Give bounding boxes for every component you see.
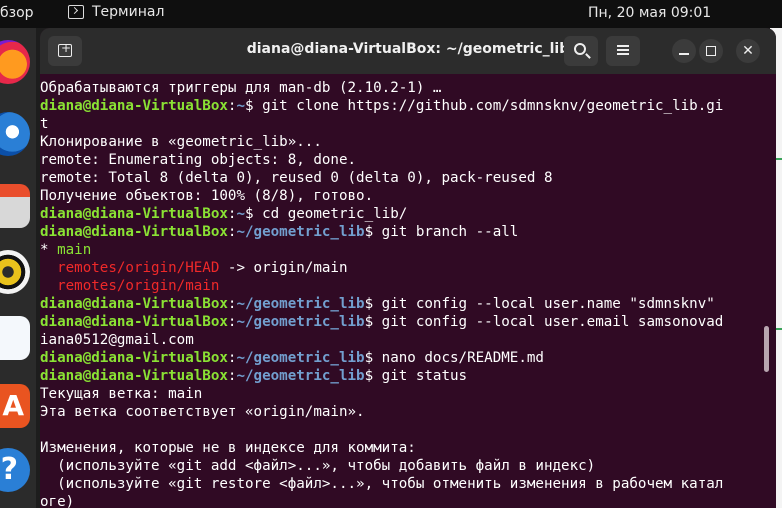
libreoffice-writer-icon[interactable] [0, 316, 30, 360]
files-icon[interactable] [0, 184, 30, 228]
app-center-icon[interactable]: A [0, 384, 30, 428]
app-menu-label: Терминал [92, 4, 165, 20]
prompt-line: diana@diana-VirtualBox:~/geometric_lib$ … [40, 367, 467, 385]
scrollbar-thumb[interactable] [764, 326, 769, 372]
output-line: Эта ветка соответствует «origin/main». [40, 404, 365, 420]
minimize-button[interactable] [672, 39, 696, 63]
close-button[interactable]: ✕ [736, 39, 760, 63]
prompt-user: diana@diana-VirtualBox [40, 206, 228, 222]
prompt-line: diana@diana-VirtualBox:~/geometric_lib$ … [40, 223, 518, 241]
command-text: $ git clone https://github.com/sdmnsknv/… [245, 98, 724, 114]
output-line: remotes/origin/HEAD -> origin/main [40, 259, 348, 277]
command-text: $ git config --local user.email samsonov… [364, 314, 724, 330]
search-icon [574, 43, 586, 55]
clock[interactable]: Пн, 20 мая 09:01 [588, 5, 711, 21]
branch-target: -> origin/main [219, 260, 348, 276]
remote-branch: remotes/origin/main [57, 278, 220, 294]
output-line: Клонирование в «geometric_lib»... [40, 134, 322, 150]
dock: A ? [0, 28, 36, 508]
command-text: $ nano docs/README.md [364, 350, 544, 366]
firefox-icon[interactable] [0, 40, 30, 84]
app-menu[interactable]: Терминал [68, 4, 164, 20]
output-line: remote: Enumerating objects: 8, done. [40, 152, 357, 168]
activities-button[interactable]: бзор [0, 5, 34, 21]
prompt-user: diana@diana-VirtualBox [40, 98, 228, 114]
output-line: t [40, 116, 49, 132]
output-line: remotes/origin/main [40, 277, 219, 295]
prompt-line: diana@diana-VirtualBox:~/geometric_lib$ … [40, 295, 715, 313]
prompt-user: diana@diana-VirtualBox [40, 296, 228, 312]
command-text: $ git branch --all [364, 224, 519, 240]
top-panel: бзор Терминал Пн, 20 мая 09:01 [0, 0, 782, 28]
prompt-line: diana@diana-VirtualBox:~/geometric_lib$ … [40, 349, 544, 367]
help-glyph: ? [0, 452, 18, 487]
terminal-window[interactable]: diana@diana-VirtualBox: ~/geometric_lib … [40, 28, 776, 508]
header-bar[interactable]: diana@diana-VirtualBox: ~/geometric_lib … [40, 28, 776, 74]
rhythmbox-icon[interactable] [0, 250, 30, 294]
menu-button[interactable] [606, 36, 640, 66]
command-text: $ git config --local user.name "sdmnsknv… [364, 296, 715, 312]
output-line: remote: Total 8 (delta 0), reused 0 (del… [40, 170, 553, 186]
prompt-user: diana@diana-VirtualBox [40, 224, 228, 240]
output-line: (используйте «git add <файл>...», чтобы … [40, 458, 596, 474]
prompt-path: ~/geometric_lib [236, 368, 365, 384]
remote-branch: remotes/origin/HEAD [57, 260, 220, 276]
prompt-line: diana@diana-VirtualBox:~/geometric_lib$ … [40, 313, 723, 331]
command-text: $ git status [364, 368, 468, 384]
command-text: $ cd geometric_lib/ [245, 206, 408, 222]
branch-marker: * [40, 242, 58, 258]
prompt-path: ~/geometric_lib [236, 350, 365, 366]
hamburger-icon [617, 45, 629, 47]
search-button[interactable] [564, 36, 598, 66]
prompt-path: ~/geometric_lib [236, 296, 365, 312]
window-title: diana@diana-VirtualBox: ~/geometric_lib [246, 41, 570, 57]
output-line: (используйте «git restore <файл>...», чт… [40, 476, 724, 492]
app-center-glyph: A [2, 389, 24, 422]
prompt-line: diana@diana-VirtualBox:~$ cd geometric_l… [40, 205, 407, 223]
output-line: * main [40, 241, 91, 259]
maximize-icon [706, 46, 716, 56]
output-line: Изменения, которые не в индексе для комм… [40, 440, 416, 456]
prompt-user: diana@diana-VirtualBox [40, 368, 228, 384]
prompt-path: ~ [236, 206, 246, 222]
minimize-icon [679, 53, 689, 55]
output-line: iana0512@gmail.com [40, 332, 194, 348]
maximize-button[interactable] [699, 39, 723, 63]
prompt-path: ~ [236, 98, 246, 114]
output-line: Обрабатываются триггеры для man-db (2.10… [40, 80, 442, 96]
close-icon: ✕ [742, 43, 754, 59]
output-line: Текущая ветка: main [40, 386, 203, 402]
output-line: Получение объектов: 100% (8/8), готово. [40, 188, 374, 204]
prompt-user: diana@diana-VirtualBox [40, 314, 228, 330]
prompt-path: ~/geometric_lib [236, 314, 365, 330]
prompt-user: diana@diana-VirtualBox [40, 350, 228, 366]
prompt-path: ~/geometric_lib [236, 224, 365, 240]
current-branch: main [57, 242, 92, 258]
terminal-icon [68, 5, 84, 19]
output-line: оге) [40, 494, 75, 508]
prompt-line: diana@diana-VirtualBox:~$ git clone http… [40, 97, 723, 115]
terminal-output[interactable]: Обрабатываются триггеры для man-db (2.10… [40, 74, 776, 508]
thunderbird-icon[interactable] [0, 112, 30, 156]
help-icon[interactable]: ? [0, 448, 30, 492]
